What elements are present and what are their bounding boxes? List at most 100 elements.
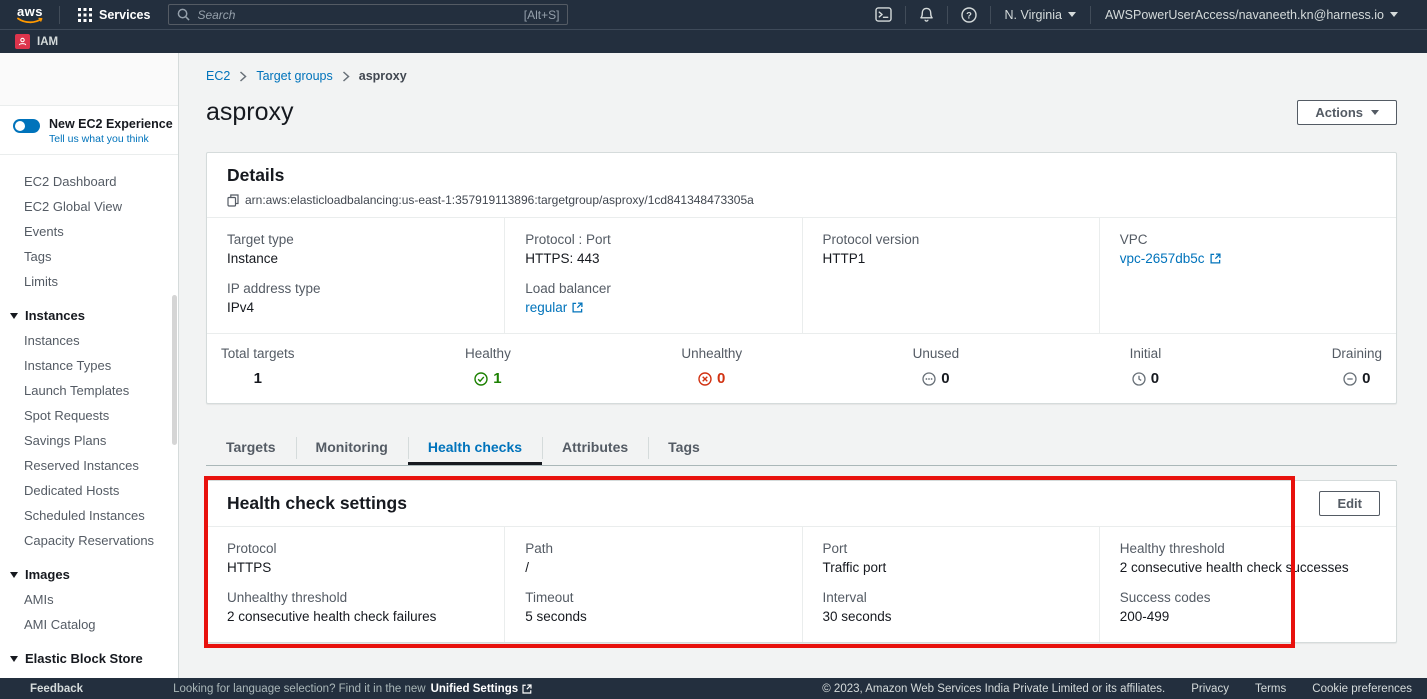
chevron-right-icon xyxy=(342,71,350,82)
chevron-down-icon xyxy=(1390,12,1398,17)
cloudshell-button[interactable] xyxy=(862,7,905,22)
field-protocol-port: Protocol : Port HTTPS: 443 xyxy=(525,232,781,266)
field-port: Port Traffic port xyxy=(823,541,1079,575)
chevron-down-icon xyxy=(1068,12,1076,17)
sidebar-item-events[interactable]: Events xyxy=(0,219,178,244)
copy-icon[interactable] xyxy=(227,194,239,207)
privacy-link[interactable]: Privacy xyxy=(1191,683,1229,695)
sidebar-section-instances[interactable]: Instances xyxy=(0,303,178,328)
sidebar-item-volumes[interactable]: Volumes xyxy=(0,671,178,678)
sidebar-item-tags[interactable]: Tags xyxy=(0,244,178,269)
tab-targets[interactable]: Targets xyxy=(206,430,296,465)
sidebar-item-spot-requests[interactable]: Spot Requests xyxy=(0,403,178,428)
help-button[interactable]: ? xyxy=(948,7,990,23)
sidebar-section-elastic-block-store[interactable]: Elastic Block Store xyxy=(0,646,178,671)
ec2-sidebar: New EC2 Experience Tell us what you thin… xyxy=(0,53,179,678)
health-check-settings-title: Health check settings xyxy=(227,493,407,514)
field-health-protocol: Protocol HTTPS xyxy=(227,541,484,575)
favorite-iam-link[interactable]: IAM xyxy=(15,34,58,49)
triangle-down-icon xyxy=(10,656,18,662)
sidebar-item-ec2-global-view[interactable]: EC2 Global View xyxy=(0,194,178,219)
global-search[interactable]: [Alt+S] xyxy=(168,4,568,25)
search-icon xyxy=(177,8,190,21)
sidebar-item-launch-templates[interactable]: Launch Templates xyxy=(0,378,178,403)
external-link-icon xyxy=(572,302,583,313)
load-balancer-link[interactable]: regular xyxy=(525,300,583,315)
details-panel: Details arn:aws:elasticloadbalancing:us-… xyxy=(206,152,1397,404)
chevron-down-icon xyxy=(1371,110,1379,115)
sidebar-top-spacer xyxy=(0,53,178,105)
health-check-settings-panel: Health check settings Edit Protocol HTTP… xyxy=(206,480,1397,643)
favorites-bar: IAM xyxy=(0,29,1427,53)
field-timeout: Timeout 5 seconds xyxy=(525,590,781,624)
sidebar-item-limits[interactable]: Limits xyxy=(0,269,178,294)
new-experience-toggle[interactable] xyxy=(13,119,40,133)
sidebar-item-amis[interactable]: AMIs xyxy=(0,587,178,612)
clock-icon xyxy=(1132,372,1146,386)
new-experience-title: New EC2 Experience xyxy=(49,117,173,131)
iam-service-icon xyxy=(15,34,30,49)
language-notice: Looking for language selection? Find it … xyxy=(173,683,426,695)
services-menu[interactable]: Services xyxy=(72,8,156,22)
sidebar-scrollbar[interactable] xyxy=(172,295,177,445)
terms-link[interactable]: Terms xyxy=(1255,683,1286,695)
sidebar-item-capacity-reservations[interactable]: Capacity Reservations xyxy=(0,528,178,553)
sidebar-item-ami-catalog[interactable]: AMI Catalog xyxy=(0,612,178,637)
field-success-codes: Success codes 200-499 xyxy=(1120,590,1376,624)
unified-settings-link[interactable]: Unified Settings xyxy=(431,683,533,695)
field-load-balancer: Load balancer regular xyxy=(525,281,781,315)
sidebar-nav: EC2 Dashboard EC2 Global View Events Tag… xyxy=(0,155,178,678)
field-vpc: VPC vpc-2657db5c xyxy=(1120,232,1376,266)
account-label: AWSPowerUserAccess/navaneeth.kn@harness.… xyxy=(1105,8,1384,22)
triangle-down-icon xyxy=(10,572,18,578)
x-circle-icon xyxy=(698,372,712,386)
sidebar-section-images[interactable]: Images xyxy=(0,562,178,587)
feedback-link[interactable]: Tell us what you think xyxy=(49,133,173,145)
target-group-tabs: Targets Monitoring Health checks Attribu… xyxy=(206,430,1397,466)
sidebar-item-instances[interactable]: Instances xyxy=(0,328,178,353)
vpc-link[interactable]: vpc-2657db5c xyxy=(1120,251,1221,266)
cookie-preferences-link[interactable]: Cookie preferences xyxy=(1312,683,1412,695)
svg-text:?: ? xyxy=(966,10,972,21)
sidebar-item-instance-types[interactable]: Instance Types xyxy=(0,353,178,378)
top-navigation-bar: aws Services [Alt+S] ? N. Virginia AWSPo… xyxy=(0,0,1427,29)
aws-logo[interactable]: aws xyxy=(15,6,45,24)
grid-icon xyxy=(78,8,92,22)
breadcrumb-target-groups[interactable]: Target groups xyxy=(256,69,332,83)
field-ip-address-type: IP address type IPv4 xyxy=(227,281,484,315)
sidebar-item-scheduled-instances[interactable]: Scheduled Instances xyxy=(0,503,178,528)
tab-health-checks[interactable]: Health checks xyxy=(408,430,542,465)
feedback-button[interactable]: Feedback xyxy=(30,683,83,695)
triangle-down-icon xyxy=(10,313,18,319)
stat-unhealthy: Unhealthy 0 xyxy=(681,346,742,387)
aws-smile-icon xyxy=(17,17,43,24)
tab-tags[interactable]: Tags xyxy=(648,430,720,465)
field-interval: Interval 30 seconds xyxy=(823,590,1079,624)
breadcrumb-ec2[interactable]: EC2 xyxy=(206,69,230,83)
search-input[interactable] xyxy=(197,8,516,22)
region-selector[interactable]: N. Virginia xyxy=(991,8,1090,22)
field-path: Path / xyxy=(525,541,781,575)
tab-attributes[interactable]: Attributes xyxy=(542,430,648,465)
sidebar-item-ec2-dashboard[interactable]: EC2 Dashboard xyxy=(0,169,178,194)
chevron-right-icon xyxy=(239,71,247,82)
sidebar-item-dedicated-hosts[interactable]: Dedicated Hosts xyxy=(0,478,178,503)
breadcrumb-current: asproxy xyxy=(359,69,407,83)
topbar-divider xyxy=(59,6,60,24)
external-link-icon xyxy=(1210,253,1221,264)
field-unhealthy-threshold: Unhealthy threshold 2 consecutive health… xyxy=(227,590,484,624)
edit-button[interactable]: Edit xyxy=(1319,491,1380,516)
console-footer: Feedback Looking for language selection?… xyxy=(0,678,1427,699)
pending-circle-icon xyxy=(922,372,936,386)
account-menu[interactable]: AWSPowerUserAccess/navaneeth.kn@harness.… xyxy=(1091,8,1412,22)
breadcrumb: EC2 Target groups asproxy xyxy=(206,53,1397,83)
details-title: Details xyxy=(227,165,1376,186)
sidebar-item-savings-plans[interactable]: Savings Plans xyxy=(0,428,178,453)
tab-monitoring[interactable]: Monitoring xyxy=(296,430,408,465)
actions-button[interactable]: Actions xyxy=(1297,100,1397,125)
sidebar-item-reserved-instances[interactable]: Reserved Instances xyxy=(0,453,178,478)
notifications-button[interactable] xyxy=(906,7,947,23)
search-shortcut-hint: [Alt+S] xyxy=(524,8,560,22)
new-experience-banner: New EC2 Experience Tell us what you thin… xyxy=(0,105,178,155)
stat-total-targets: Total targets 1 xyxy=(221,346,295,387)
